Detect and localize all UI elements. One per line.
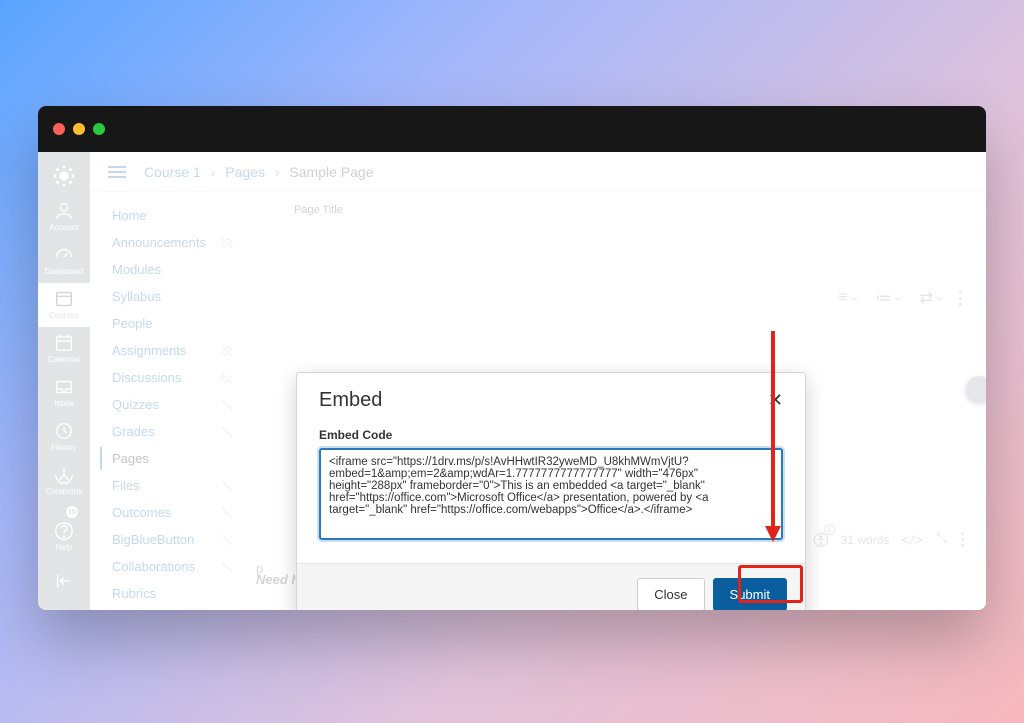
hidden-icon [220, 344, 234, 358]
rce-more-button[interactable] [959, 291, 962, 306]
nav-dashboard-label: Dashboard [44, 267, 83, 276]
canvas-logo[interactable] [38, 160, 90, 195]
coursenav-modules[interactable]: Modules [94, 256, 248, 283]
hidden-icon [220, 371, 234, 385]
window-close-dot[interactable] [53, 123, 65, 135]
coursenav-assignments[interactable]: Assignments [94, 337, 248, 364]
coursenav-people[interactable]: People [94, 310, 248, 337]
rce-list-button[interactable]: ≔ [874, 284, 904, 312]
hidden-icon [220, 479, 234, 493]
coursenav-outcomes[interactable]: Outcomes [94, 499, 248, 526]
hidden-icon [220, 425, 234, 439]
coursenav-rubrics[interactable]: Rubrics [94, 580, 248, 607]
course-nav: Home Announcements Modules Syllabus Peop… [94, 192, 248, 610]
coursenav-pages[interactable]: Pages [94, 445, 248, 472]
hidden-icon [220, 236, 234, 250]
window-min-dot[interactable] [73, 123, 85, 135]
nav-help[interactable]: 10 Help [38, 503, 90, 559]
hidden-icon [220, 398, 234, 412]
html-view-button[interactable]: </> [901, 533, 923, 547]
coursenav-analytics[interactable]: New Analytics [94, 607, 248, 610]
breadcrumb: Course 1 › Pages › Sample Page [144, 164, 373, 180]
nav-calendar-label: Calendar [48, 355, 80, 364]
coursenav-quizzes[interactable]: Quizzes [94, 391, 248, 418]
nav-inbox-label: Inbox [54, 399, 74, 408]
modal-title: Embed [319, 389, 382, 412]
nav-collapse[interactable] [38, 565, 90, 600]
embed-code-textarea[interactable] [319, 448, 783, 540]
coursenav-discussions[interactable]: Discussions [94, 364, 248, 391]
breadcrumb-pages[interactable]: Pages [225, 164, 265, 180]
assistant-bubble[interactable] [966, 376, 986, 402]
nav-inbox[interactable]: Inbox [38, 371, 90, 415]
close-button[interactable]: Close [637, 578, 704, 610]
nav-history-label: History [52, 443, 77, 452]
coursenav-files[interactable]: Files [94, 472, 248, 499]
topbar: Course 1 › Pages › Sample Page [90, 152, 986, 192]
nav-courses[interactable]: Courses [38, 283, 90, 327]
rce-align-button[interactable]: ≡ [836, 285, 859, 311]
rce-indent-button[interactable]: ⇄ [918, 284, 945, 312]
nav-help-label: Help [56, 543, 72, 552]
nav-account-label: Account [50, 223, 79, 232]
nav-courses-label: Courses [49, 311, 79, 320]
nav-commons-label: Commons [46, 487, 82, 496]
a11y-count: 2 [824, 524, 835, 535]
hidden-icon [220, 533, 234, 547]
coursenav-home[interactable]: Home [94, 202, 248, 229]
nav-history[interactable]: History [38, 415, 90, 459]
app-window: Account Dashboard Courses Calendar Inbox… [38, 106, 986, 610]
hamburger-icon[interactable] [108, 166, 126, 178]
hidden-icon [220, 506, 234, 520]
hidden-icon [220, 560, 234, 574]
coursenav-collab[interactable]: Collaborations [94, 553, 248, 580]
editor-statusbar: CC 2 31 words </> [783, 531, 964, 548]
a11y-checker-icon[interactable]: 2 [813, 532, 829, 548]
nav-dashboard[interactable]: Dashboard [38, 239, 90, 283]
coursenav-grades[interactable]: Grades [94, 418, 248, 445]
embed-code-label: Embed Code [319, 428, 783, 442]
submit-button[interactable]: Submit [713, 578, 787, 610]
nav-account[interactable]: Account [38, 195, 90, 239]
breadcrumb-sep: › [275, 164, 280, 180]
breadcrumb-course[interactable]: Course 1 [144, 164, 201, 180]
statusbar-more-button[interactable] [961, 532, 964, 547]
nav-commons[interactable]: Commons [38, 459, 90, 503]
coursenav-syllabus[interactable]: Syllabus [94, 283, 248, 310]
rce-toolbar-partial: ≡ ≔ ⇄ [836, 284, 962, 312]
word-count: 31 words [841, 533, 890, 547]
help-badge: 10 [66, 506, 78, 518]
breadcrumb-sep: › [211, 164, 216, 180]
fullscreen-button[interactable] [935, 531, 949, 548]
coursenav-announcements[interactable]: Announcements [94, 229, 248, 256]
breadcrumb-current: Sample Page [289, 164, 373, 180]
window-titlebar [38, 106, 986, 152]
page-title-label: Page Title [294, 204, 962, 216]
editor-path: p [256, 561, 263, 576]
nav-calendar[interactable]: Calendar [38, 327, 90, 371]
global-nav-rail: Account Dashboard Courses Calendar Inbox… [38, 152, 90, 610]
embed-modal: Embed ✕ Embed Code Close Submit [296, 372, 806, 610]
window-max-dot[interactable] [93, 123, 105, 135]
coursenav-bbb[interactable]: BigBlueButton [94, 526, 248, 553]
